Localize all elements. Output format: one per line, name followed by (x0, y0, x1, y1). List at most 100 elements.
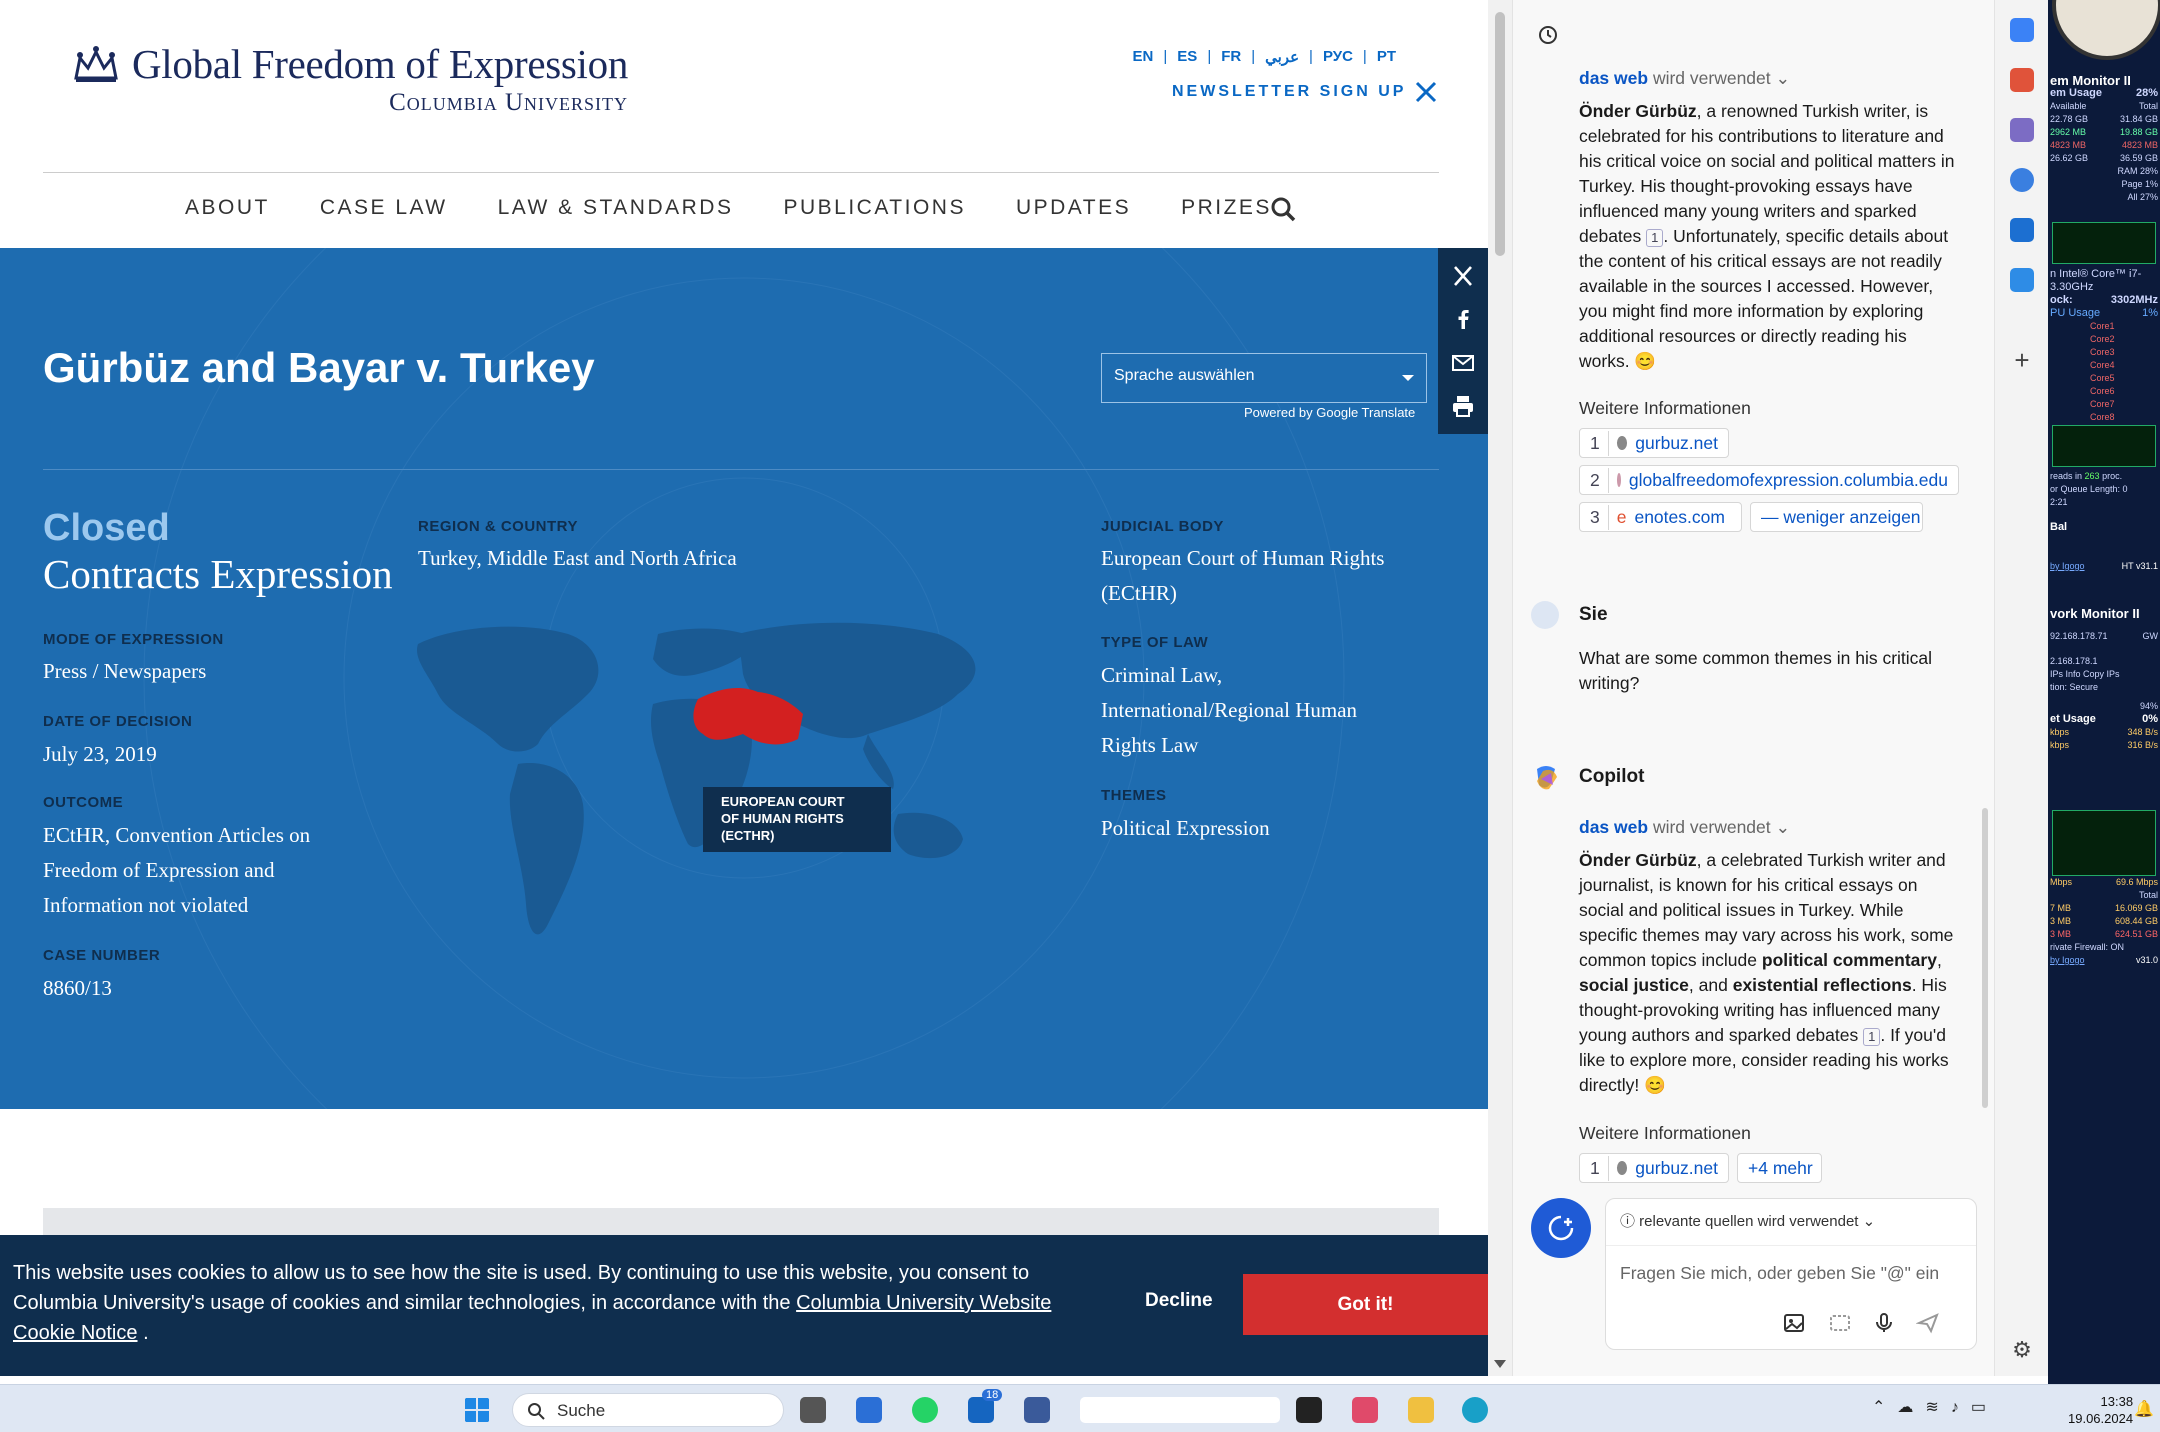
logo-title: Global Freedom of Expression (132, 41, 629, 87)
source-chip-3[interactable]: 3 e enotes.com (1579, 502, 1742, 532)
facebook-icon[interactable] (1451, 307, 1475, 331)
system-tray-icons[interactable]: ⌃☁≋♪▭ (1872, 1397, 1998, 1417)
tag-icon[interactable] (2010, 18, 2034, 42)
queue-length: or Queue Length: 0 (2050, 484, 2128, 494)
decline-button[interactable]: Decline (1145, 1290, 1213, 1312)
taskbar-search[interactable]: Suche (512, 1393, 784, 1427)
source-name: gurbuz.net (1635, 1157, 1718, 1178)
settings-icon[interactable]: ⚙ (2010, 1338, 2034, 1362)
lang-ru[interactable]: РУС (1323, 48, 1353, 66)
print-icon[interactable] (1451, 394, 1475, 418)
toolbox-icon[interactable] (2010, 68, 2034, 92)
snipping-tool-icon[interactable] (1352, 1397, 1378, 1423)
send-icon[interactable] (1916, 1311, 1940, 1335)
mail-icon[interactable]: 18 (968, 1389, 1003, 1423)
send-icon[interactable] (2010, 268, 2034, 292)
gadget-brand[interactable]: by Igogo HT v31.1 (2050, 560, 2158, 573)
mem-row: 2962 MB 19.88 GB (2050, 126, 2158, 139)
memory-graph (2052, 222, 2156, 264)
search-icon[interactable] (1270, 196, 1296, 222)
lang-es[interactable]: ES (1177, 48, 1197, 66)
core-list: Core1 Core2 Core3 Core4 Core5 Core6 Core7 Core8 (2050, 320, 2158, 424)
taskbar-clock[interactable]: 13:38 19.06.2024 (2068, 1393, 2133, 1427)
ram-pct: RAM 28% (2117, 166, 2158, 176)
lang-fr[interactable]: FR (1221, 48, 1241, 66)
page-pct: Page 1% (2121, 179, 2158, 189)
windows-start-icon[interactable] (464, 1397, 490, 1423)
chat-input-placeholder[interactable]: Fragen Sie mich, oder geben Sie "@" ein (1620, 1261, 1939, 1286)
answer-1: Önder Gürbüz, a renowned Turkish writer,… (1579, 99, 1959, 374)
source-chip-1[interactable]: 1 gurbuz.net (1579, 428, 1729, 458)
region-value: Turkey, Middle East and North Africa (418, 546, 737, 570)
email-icon[interactable] (1451, 351, 1475, 375)
terminal-icon[interactable] (1296, 1397, 1322, 1423)
page-scrollbar[interactable] (1488, 0, 1512, 1376)
gadget-brand[interactable]: by Igogo v31.0 (2050, 954, 2158, 967)
more-sources-button[interactable]: +4 mehr (1737, 1153, 1822, 1183)
lang-ar[interactable]: عربي (1265, 48, 1299, 66)
history-icon[interactable] (1537, 24, 1559, 46)
chat-input-box[interactable]: ⓘ relevante quellen wird verwendet ⌄ Fra… (1605, 1198, 1977, 1350)
cpu-usage-label: PU Usage (2050, 307, 2101, 319)
source-number: 3 (1590, 504, 1609, 530)
store-icon[interactable] (856, 1397, 882, 1423)
show-less-button[interactable]: — weniger anzeigen (1750, 502, 1923, 532)
lang-pt[interactable]: PT (1377, 48, 1396, 66)
file-explorer-icon[interactable] (1408, 1397, 1434, 1423)
edge-browser-icon[interactable] (1462, 1397, 1488, 1423)
windows-taskbar: Suche 18 ⌃☁≋♪▭ 13:38 19.06.2024 🔔 (0, 1384, 2160, 1432)
task-view-icon[interactable] (800, 1397, 826, 1423)
process-label: proc. (2102, 471, 2123, 481)
type-of-law-label: TYPE OF LAW (1101, 634, 1209, 651)
chat-scrollbar[interactable] (1982, 808, 1988, 1108)
search-icon (528, 1403, 545, 1420)
nav-case-law[interactable]: CASE LAW (320, 196, 448, 220)
lang-en[interactable]: EN (1133, 48, 1154, 66)
web-source-toggle[interactable]: das web wird verwendet ⌄ (1579, 66, 1790, 91)
outlook-icon[interactable] (2010, 218, 2034, 242)
games-icon[interactable] (2010, 118, 2034, 142)
network-app-icon[interactable] (1024, 1397, 1050, 1423)
add-icon[interactable]: + (2010, 347, 2034, 373)
site-logo[interactable]: Global Freedom of Expression Columbia Un… (72, 44, 628, 117)
redacted-icons (1080, 1397, 1280, 1423)
x-share-icon[interactable] (1451, 264, 1475, 288)
nav-publications[interactable]: PUBLICATIONS (783, 196, 965, 220)
nav-law-standards[interactable]: LAW & STANDARDS (498, 196, 734, 220)
language-links: EN | ES | FR | عربي | РУС | PT (1132, 48, 1396, 66)
new-chat-button[interactable] (1531, 1198, 1591, 1258)
mbps-value: 69.6 Mbps (2115, 877, 2158, 887)
notification-bell-icon[interactable]: 🔔 (2134, 1399, 2154, 1419)
answer-2: Önder Gürbüz, a celebrated Turkish write… (1579, 848, 1959, 1098)
translate-select[interactable]: Sprache auswählen (1101, 353, 1427, 403)
new-chat-icon (1548, 1215, 1574, 1241)
edge-sidebar: + ⚙ (1994, 0, 2048, 1376)
whatsapp-icon[interactable] (912, 1397, 938, 1423)
nav-about[interactable]: ABOUT (185, 196, 270, 220)
scroll-down-arrow[interactable] (1494, 1360, 1506, 1368)
ip-actions[interactable]: IPs Info Copy IPs (2050, 668, 2158, 681)
citation-1[interactable]: 1 (1646, 229, 1664, 247)
citation-1[interactable]: 1 (1863, 1028, 1881, 1046)
network-graph (2052, 810, 2156, 876)
relevant-sources-toggle[interactable]: ⓘ relevante quellen wird verwendet ⌄ (1620, 1209, 1875, 1234)
office-icon[interactable] (2010, 168, 2034, 192)
clock-time: 13:38 (2100, 1394, 2134, 1409)
image-upload-icon[interactable] (1782, 1311, 1806, 1335)
traffic-value: 3 MB (2050, 929, 2072, 939)
web-source-toggle[interactable]: das web wird verwendet ⌄ (1579, 815, 1790, 840)
accept-cookies-button[interactable]: Got it! (1243, 1274, 1488, 1335)
source-chip-2[interactable]: 2 globalfreedomofexpression.columbia.edu (1579, 465, 1959, 495)
newsletter-link[interactable]: NEWSLETTER SIGN UP (1172, 83, 1406, 101)
copilot-panel: das web wird verwendet ⌄ Önder Gürbüz, a… (1512, 0, 1994, 1376)
system-monitor-block: em Monitor II em Usage 28% Available Tot… (2050, 74, 2158, 204)
powered-by-google[interactable]: Powered by Google Translate (1244, 405, 1415, 420)
microphone-icon[interactable] (1872, 1311, 1896, 1335)
nav-prizes[interactable]: PRIZES (1181, 196, 1272, 220)
x-twitter-icon[interactable] (1414, 80, 1438, 104)
scrollbar-thumb[interactable] (1495, 12, 1505, 256)
screenshot-icon[interactable] (1828, 1311, 1852, 1335)
notification-badge: 18 (982, 1389, 1003, 1401)
nav-updates[interactable]: UPDATES (1016, 196, 1131, 220)
source-chip-1[interactable]: 1 gurbuz.net (1579, 1153, 1729, 1183)
